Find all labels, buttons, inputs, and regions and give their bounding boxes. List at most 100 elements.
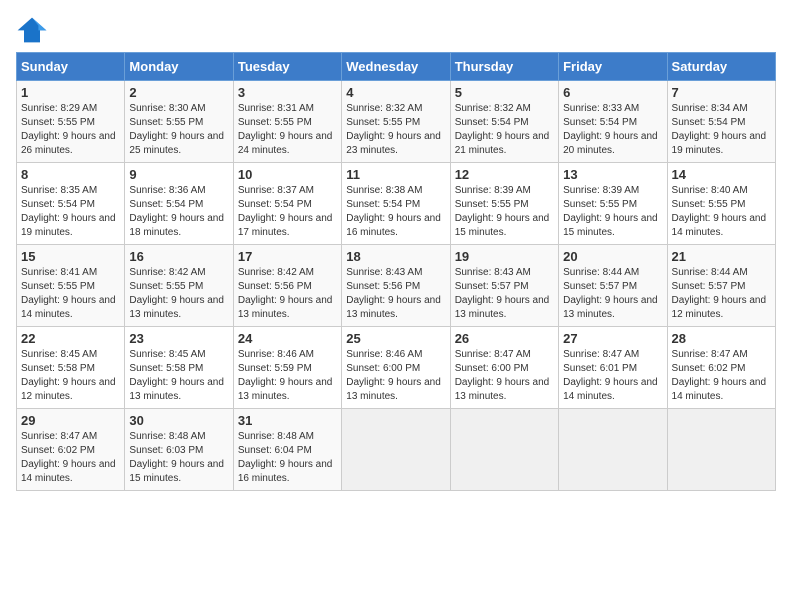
- day-info: Sunrise: 8:47 AM Sunset: 6:02 PM Dayligh…: [672, 348, 771, 404]
- day-info: Sunrise: 8:32 AM Sunset: 5:54 PM Dayligh…: [455, 102, 554, 158]
- day-header-tuesday: Tuesday: [233, 53, 341, 81]
- daylight-label: Daylight: 9 hours and 15 minutes.: [563, 213, 658, 238]
- calendar-cell: 12 Sunrise: 8:39 AM Sunset: 5:55 PM Dayl…: [450, 163, 558, 245]
- sunset-label: Sunset: 5:54 PM: [346, 199, 420, 210]
- day-info: Sunrise: 8:35 AM Sunset: 5:54 PM Dayligh…: [21, 184, 120, 240]
- calendar-cell: 22 Sunrise: 8:45 AM Sunset: 5:58 PM Dayl…: [17, 327, 125, 409]
- daylight-label: Daylight: 9 hours and 14 minutes.: [672, 213, 767, 238]
- sunset-label: Sunset: 5:57 PM: [672, 281, 746, 292]
- day-number: 6: [563, 85, 662, 100]
- logo: [16, 16, 52, 44]
- sunrise-label: Sunrise: 8:32 AM: [346, 103, 422, 114]
- daylight-label: Daylight: 9 hours and 13 minutes.: [129, 377, 224, 402]
- sunset-label: Sunset: 5:57 PM: [563, 281, 637, 292]
- day-number: 9: [129, 167, 228, 182]
- day-info: Sunrise: 8:30 AM Sunset: 5:55 PM Dayligh…: [129, 102, 228, 158]
- day-number: 19: [455, 249, 554, 264]
- day-info: Sunrise: 8:39 AM Sunset: 5:55 PM Dayligh…: [455, 184, 554, 240]
- day-number: 24: [238, 331, 337, 346]
- sunrise-label: Sunrise: 8:42 AM: [129, 267, 205, 278]
- daylight-label: Daylight: 9 hours and 13 minutes.: [346, 377, 441, 402]
- day-info: Sunrise: 8:44 AM Sunset: 5:57 PM Dayligh…: [563, 266, 662, 322]
- day-number: 13: [563, 167, 662, 182]
- daylight-label: Daylight: 9 hours and 16 minutes.: [238, 459, 333, 484]
- sunrise-label: Sunrise: 8:47 AM: [455, 349, 531, 360]
- daylight-label: Daylight: 9 hours and 19 minutes.: [21, 213, 116, 238]
- daylight-label: Daylight: 9 hours and 25 minutes.: [129, 131, 224, 156]
- day-number: 11: [346, 167, 445, 182]
- day-info: Sunrise: 8:31 AM Sunset: 5:55 PM Dayligh…: [238, 102, 337, 158]
- day-info: Sunrise: 8:47 AM Sunset: 6:02 PM Dayligh…: [21, 430, 120, 486]
- sunset-label: Sunset: 5:56 PM: [346, 281, 420, 292]
- day-info: Sunrise: 8:32 AM Sunset: 5:55 PM Dayligh…: [346, 102, 445, 158]
- sunset-label: Sunset: 5:54 PM: [563, 117, 637, 128]
- calendar-cell: 26 Sunrise: 8:47 AM Sunset: 6:00 PM Dayl…: [450, 327, 558, 409]
- day-info: Sunrise: 8:45 AM Sunset: 5:58 PM Dayligh…: [21, 348, 120, 404]
- day-number: 17: [238, 249, 337, 264]
- calendar-cell: 31 Sunrise: 8:48 AM Sunset: 6:04 PM Dayl…: [233, 409, 341, 491]
- calendar-cell: 18 Sunrise: 8:43 AM Sunset: 5:56 PM Dayl…: [342, 245, 450, 327]
- sunrise-label: Sunrise: 8:42 AM: [238, 267, 314, 278]
- daylight-label: Daylight: 9 hours and 13 minutes.: [238, 377, 333, 402]
- calendar-cell: 30 Sunrise: 8:48 AM Sunset: 6:03 PM Dayl…: [125, 409, 233, 491]
- sunset-label: Sunset: 6:01 PM: [563, 363, 637, 374]
- sunrise-label: Sunrise: 8:43 AM: [346, 267, 422, 278]
- daylight-label: Daylight: 9 hours and 12 minutes.: [672, 295, 767, 320]
- sunrise-label: Sunrise: 8:45 AM: [129, 349, 205, 360]
- sunrise-label: Sunrise: 8:46 AM: [346, 349, 422, 360]
- day-info: Sunrise: 8:48 AM Sunset: 6:04 PM Dayligh…: [238, 430, 337, 486]
- day-info: Sunrise: 8:47 AM Sunset: 6:00 PM Dayligh…: [455, 348, 554, 404]
- daylight-label: Daylight: 9 hours and 14 minutes.: [21, 295, 116, 320]
- daylight-label: Daylight: 9 hours and 19 minutes.: [672, 131, 767, 156]
- sunset-label: Sunset: 5:58 PM: [21, 363, 95, 374]
- sunrise-label: Sunrise: 8:44 AM: [563, 267, 639, 278]
- day-number: 12: [455, 167, 554, 182]
- sunset-label: Sunset: 5:57 PM: [455, 281, 529, 292]
- daylight-label: Daylight: 9 hours and 13 minutes.: [129, 295, 224, 320]
- day-number: 25: [346, 331, 445, 346]
- calendar-header-row: SundayMondayTuesdayWednesdayThursdayFrid…: [17, 53, 776, 81]
- sunset-label: Sunset: 5:55 PM: [238, 117, 312, 128]
- day-number: 10: [238, 167, 337, 182]
- day-number: 2: [129, 85, 228, 100]
- calendar-week-1: 1 Sunrise: 8:29 AM Sunset: 5:55 PM Dayli…: [17, 81, 776, 163]
- day-info: Sunrise: 8:41 AM Sunset: 5:55 PM Dayligh…: [21, 266, 120, 322]
- day-number: 1: [21, 85, 120, 100]
- sunset-label: Sunset: 5:54 PM: [238, 199, 312, 210]
- calendar-week-3: 15 Sunrise: 8:41 AM Sunset: 5:55 PM Dayl…: [17, 245, 776, 327]
- sunrise-label: Sunrise: 8:37 AM: [238, 185, 314, 196]
- day-number: 7: [672, 85, 771, 100]
- daylight-label: Daylight: 9 hours and 20 minutes.: [563, 131, 658, 156]
- day-info: Sunrise: 8:44 AM Sunset: 5:57 PM Dayligh…: [672, 266, 771, 322]
- day-info: Sunrise: 8:38 AM Sunset: 5:54 PM Dayligh…: [346, 184, 445, 240]
- sunrise-label: Sunrise: 8:31 AM: [238, 103, 314, 114]
- sunrise-label: Sunrise: 8:39 AM: [455, 185, 531, 196]
- day-number: 14: [672, 167, 771, 182]
- calendar-cell: 29 Sunrise: 8:47 AM Sunset: 6:02 PM Dayl…: [17, 409, 125, 491]
- day-number: 3: [238, 85, 337, 100]
- day-number: 5: [455, 85, 554, 100]
- sunset-label: Sunset: 5:56 PM: [238, 281, 312, 292]
- calendar-cell: [667, 409, 775, 491]
- day-info: Sunrise: 8:43 AM Sunset: 5:56 PM Dayligh…: [346, 266, 445, 322]
- daylight-label: Daylight: 9 hours and 14 minutes.: [563, 377, 658, 402]
- day-number: 18: [346, 249, 445, 264]
- sunset-label: Sunset: 5:55 PM: [21, 117, 95, 128]
- daylight-label: Daylight: 9 hours and 17 minutes.: [238, 213, 333, 238]
- sunset-label: Sunset: 5:59 PM: [238, 363, 312, 374]
- day-info: Sunrise: 8:42 AM Sunset: 5:56 PM Dayligh…: [238, 266, 337, 322]
- sunset-label: Sunset: 6:02 PM: [672, 363, 746, 374]
- sunset-label: Sunset: 6:00 PM: [346, 363, 420, 374]
- sunrise-label: Sunrise: 8:47 AM: [563, 349, 639, 360]
- day-info: Sunrise: 8:45 AM Sunset: 5:58 PM Dayligh…: [129, 348, 228, 404]
- sunrise-label: Sunrise: 8:48 AM: [129, 431, 205, 442]
- day-header-sunday: Sunday: [17, 53, 125, 81]
- sunrise-label: Sunrise: 8:29 AM: [21, 103, 97, 114]
- day-info: Sunrise: 8:42 AM Sunset: 5:55 PM Dayligh…: [129, 266, 228, 322]
- calendar-cell: 2 Sunrise: 8:30 AM Sunset: 5:55 PM Dayli…: [125, 81, 233, 163]
- calendar-week-5: 29 Sunrise: 8:47 AM Sunset: 6:02 PM Dayl…: [17, 409, 776, 491]
- calendar-cell: 16 Sunrise: 8:42 AM Sunset: 5:55 PM Dayl…: [125, 245, 233, 327]
- daylight-label: Daylight: 9 hours and 14 minutes.: [672, 377, 767, 402]
- day-header-monday: Monday: [125, 53, 233, 81]
- day-info: Sunrise: 8:34 AM Sunset: 5:54 PM Dayligh…: [672, 102, 771, 158]
